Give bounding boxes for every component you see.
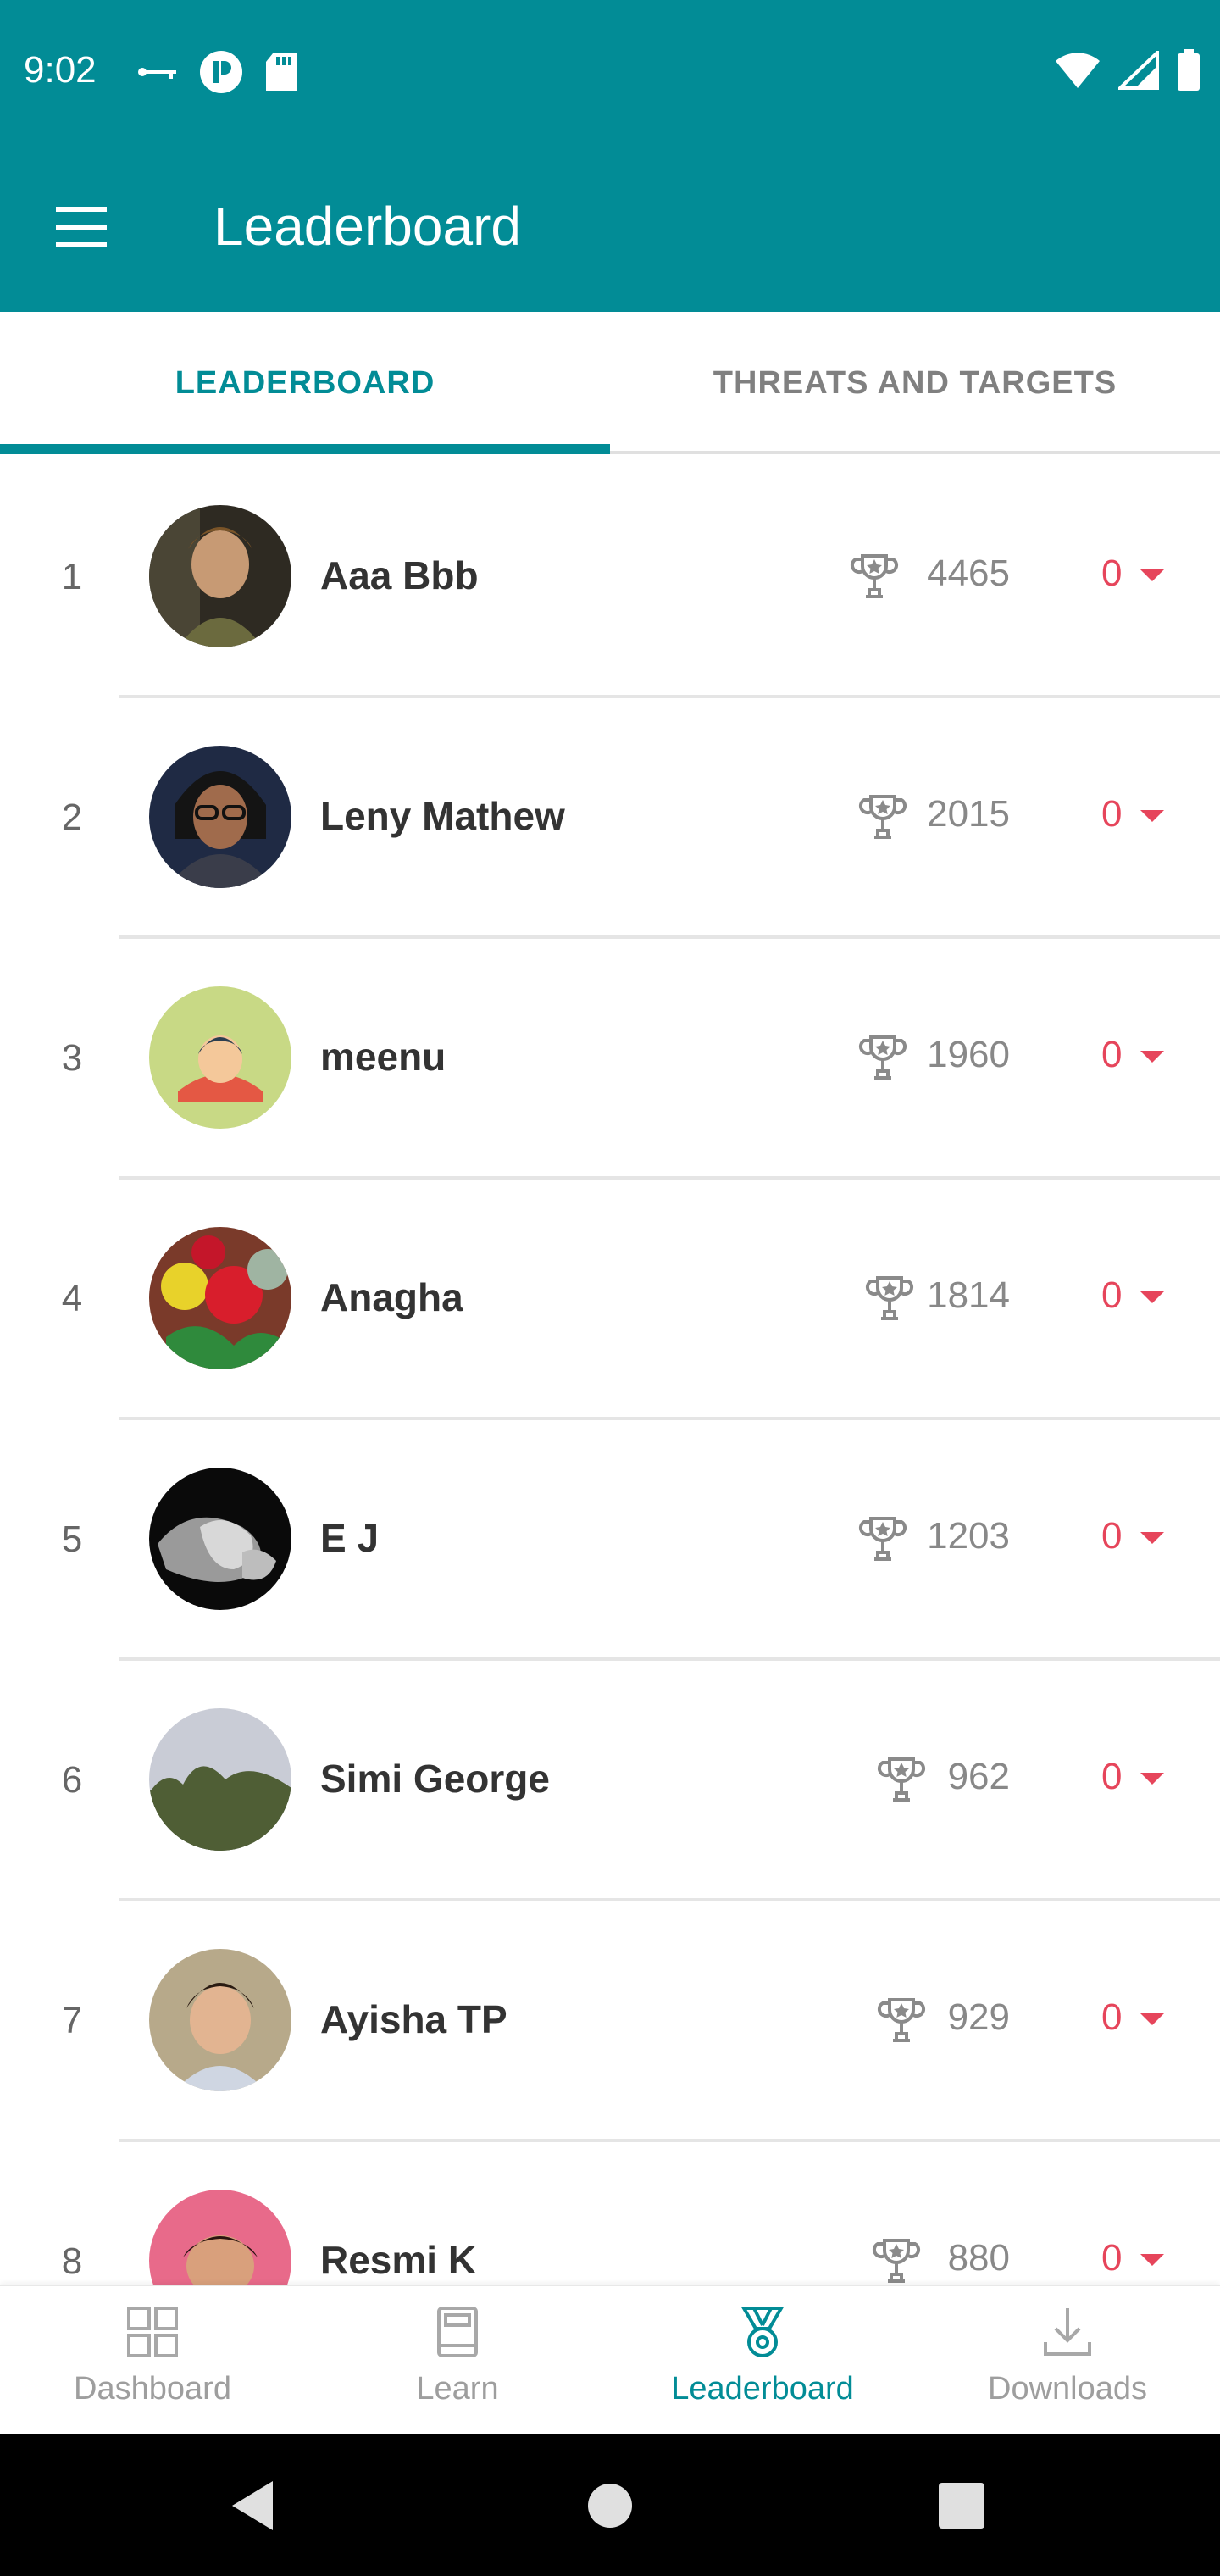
leaderboard-row[interactable]: 3 meenu 1960 0 xyxy=(0,939,1220,1180)
player-score: 1203 xyxy=(927,1515,1010,1557)
rank-change: 0 xyxy=(1101,793,1123,835)
avatar xyxy=(149,505,291,647)
player-score: 1814 xyxy=(927,1274,1010,1316)
app-bar: Leaderboard xyxy=(0,142,1220,312)
caret-down-icon xyxy=(1140,2013,1164,2025)
trophy-icon xyxy=(850,554,899,598)
caret-down-icon xyxy=(1140,1051,1164,1063)
player-score: 1960 xyxy=(927,1034,1010,1075)
medal-icon xyxy=(740,2307,785,2357)
trophy-icon xyxy=(877,1757,926,1802)
recents-icon[interactable] xyxy=(923,2468,1000,2544)
trophy-icon xyxy=(858,795,907,839)
active-tab-indicator xyxy=(0,444,610,454)
rank-number: 1 xyxy=(61,556,83,597)
player-name: Anagha xyxy=(320,1275,463,1319)
tab-leaderboard[interactable]: LEADERBOARD xyxy=(0,312,610,454)
signal-icon xyxy=(1118,51,1159,90)
avatar xyxy=(149,1468,291,1610)
player-name: Simi George xyxy=(320,1757,550,1801)
rank-number: 7 xyxy=(61,2000,83,2041)
tab-bar: LEADERBOARD THREATS AND TARGETS xyxy=(0,312,1220,454)
bottom-navigation: Dashboard Learn Leaderboard Downloads xyxy=(0,2285,1220,2434)
player-name: Ayisha TP xyxy=(320,1997,507,2041)
wifi-icon xyxy=(1056,53,1100,88)
system-navigation-bar xyxy=(0,2434,1220,2576)
status-time: 9:02 xyxy=(24,49,97,91)
dashboard-icon xyxy=(127,2307,178,2357)
rank-number: 2 xyxy=(61,797,83,838)
trophy-icon xyxy=(877,1998,926,2042)
status-left-icons xyxy=(136,49,298,95)
back-icon[interactable] xyxy=(215,2468,291,2544)
nav-item-leaderboard[interactable]: Leaderboard xyxy=(610,2286,915,2435)
caret-down-icon xyxy=(1140,2254,1164,2266)
rank-number: 6 xyxy=(61,1759,83,1801)
avatar xyxy=(149,746,291,888)
nav-item-learn[interactable]: Learn xyxy=(305,2286,610,2435)
avatar xyxy=(149,1227,291,1369)
player-score: 962 xyxy=(947,1756,1010,1797)
trophy-icon xyxy=(858,1035,907,1080)
player-name: Aaa Bbb xyxy=(320,553,479,597)
leaderboard-row[interactable]: 4 Anagha 1814 0 xyxy=(0,1180,1220,1420)
leaderboard-row[interactable]: 6 Simi George 962 0 xyxy=(0,1661,1220,1901)
nav-item-downloads[interactable]: Downloads xyxy=(915,2286,1220,2435)
leaderboard-row[interactable]: 5 E J 1203 0 xyxy=(0,1420,1220,1661)
caret-down-icon xyxy=(1140,1291,1164,1303)
badge-p-icon xyxy=(200,51,242,93)
rank-number: 5 xyxy=(61,1518,83,1560)
battery-icon xyxy=(1178,49,1200,91)
nav-item-dashboard[interactable]: Dashboard xyxy=(0,2286,305,2435)
key-icon xyxy=(138,68,176,79)
book-icon xyxy=(437,2307,478,2357)
status-right-icons xyxy=(1054,49,1201,92)
trophy-icon xyxy=(865,1276,914,1320)
download-icon xyxy=(1044,2308,1091,2356)
player-score: 4465 xyxy=(927,552,1010,594)
rank-change: 0 xyxy=(1101,552,1123,594)
player-score: 929 xyxy=(947,1996,1010,2038)
nav-label-dashboard: Dashboard xyxy=(74,2371,231,2407)
player-name: meenu xyxy=(320,1035,446,1079)
avatar xyxy=(149,1949,291,2091)
player-name: Leny Mathew xyxy=(320,794,565,838)
avatar xyxy=(149,986,291,1129)
hamburger-menu-icon[interactable] xyxy=(51,202,112,253)
caret-down-icon xyxy=(1140,1773,1164,1785)
rank-change: 0 xyxy=(1101,1996,1123,2038)
rank-change: 0 xyxy=(1101,1756,1123,1797)
player-name: Resmi K xyxy=(320,2238,477,2282)
player-score: 2015 xyxy=(927,793,1010,835)
nav-label-leaderboard: Leaderboard xyxy=(671,2371,854,2407)
player-score: 880 xyxy=(947,2237,1010,2279)
status-bar: 9:02 xyxy=(0,0,1220,142)
avatar xyxy=(149,1708,291,1851)
rank-change: 0 xyxy=(1101,1034,1123,1075)
leaderboard-row[interactable]: 8 Resmi K 880 0 xyxy=(0,2142,1220,2285)
rank-change: 0 xyxy=(1101,1274,1123,1316)
caret-down-icon xyxy=(1140,810,1164,822)
avatar xyxy=(149,2190,291,2285)
rank-number: 8 xyxy=(61,2240,83,2282)
trophy-icon xyxy=(872,2239,921,2283)
tab-threats-and-targets[interactable]: THREATS AND TARGETS xyxy=(610,312,1220,454)
trophy-icon xyxy=(858,1517,907,1561)
page-title: Leaderboard xyxy=(214,196,521,257)
leaderboard-list[interactable]: 1 Aaa Bbb 4465 0 2 Leny Mathew 2015 0 3 … xyxy=(0,458,1220,2285)
caret-down-icon xyxy=(1140,569,1164,581)
leaderboard-row[interactable]: 2 Leny Mathew 2015 0 xyxy=(0,698,1220,939)
nav-label-downloads: Downloads xyxy=(988,2371,1147,2407)
player-name: E J xyxy=(320,1516,380,1560)
rank-number: 4 xyxy=(61,1278,83,1319)
rank-number: 3 xyxy=(61,1037,83,1079)
rank-change: 0 xyxy=(1101,1515,1123,1557)
home-icon[interactable] xyxy=(572,2468,648,2544)
rank-change: 0 xyxy=(1101,2237,1123,2279)
leaderboard-row[interactable]: 1 Aaa Bbb 4465 0 xyxy=(0,458,1220,698)
caret-down-icon xyxy=(1140,1532,1164,1544)
nav-label-learn: Learn xyxy=(416,2371,499,2407)
sd-card-icon xyxy=(266,53,297,91)
leaderboard-row[interactable]: 7 Ayisha TP 929 0 xyxy=(0,1901,1220,2142)
